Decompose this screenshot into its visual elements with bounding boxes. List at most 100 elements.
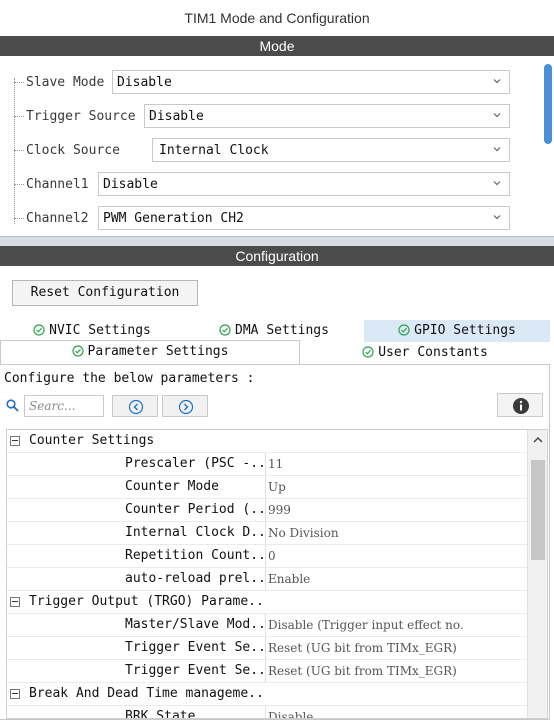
channel2-label: Channel2 xyxy=(26,210,89,226)
check-circle-icon xyxy=(219,324,231,336)
trigger-source-select[interactable]: Disable xyxy=(144,104,510,128)
search-icon xyxy=(6,399,19,412)
param-value[interactable]: Enable xyxy=(265,568,527,590)
channel2-row: Channel2 xyxy=(14,206,89,230)
check-circle-icon xyxy=(362,346,374,358)
chevron-down-icon xyxy=(493,215,501,220)
parameter-panel: Configure the below parameters : Searc..… xyxy=(0,364,550,720)
info-button[interactable] xyxy=(497,393,543,417)
table-row[interactable]: Trigger Event Se.. Reset (UG bit from TI… xyxy=(7,660,527,683)
group-title: Trigger Output (TRGO) Parame.. xyxy=(29,594,264,609)
configuration-header: Configuration xyxy=(0,246,554,266)
tab-gpio-settings[interactable]: GPIO Settings xyxy=(364,320,550,342)
chevron-left-icon xyxy=(128,399,144,415)
check-circle-icon xyxy=(398,324,410,336)
slave-mode-value: Disable xyxy=(117,74,172,90)
chevron-down-icon xyxy=(493,79,501,84)
param-value[interactable]: 999 xyxy=(265,499,527,521)
param-value[interactable]: Disable xyxy=(265,706,527,718)
param-name: BRK State xyxy=(125,709,196,719)
clock-source-row: Clock Source xyxy=(14,138,120,162)
param-name: Counter Period (.. xyxy=(125,502,265,517)
table-row[interactable]: Counter Period (.. 999 xyxy=(7,499,527,522)
collapse-icon[interactable] xyxy=(10,436,20,446)
configure-hint: Configure the below parameters : xyxy=(4,371,255,386)
window-title: TIM1 Mode and Configuration xyxy=(0,0,554,36)
table-row[interactable]: BRK State Disable xyxy=(7,706,527,719)
mode-scrollbar-thumb[interactable] xyxy=(544,64,552,144)
chevron-right-icon xyxy=(178,399,194,415)
param-name: Repetition Count.. xyxy=(125,548,265,563)
param-value[interactable]: Reset (UG bit from TIMx_EGR) xyxy=(265,660,527,682)
tab-nvic-label: NVIC Settings xyxy=(49,323,151,338)
group-trigger-output[interactable]: Trigger Output (TRGO) Parame.. xyxy=(7,591,527,614)
param-name: Counter Mode xyxy=(125,479,219,494)
check-circle-icon xyxy=(71,345,84,357)
grid-scrollbar-thumb[interactable] xyxy=(531,460,545,560)
tab-user-constants-label: User Constants xyxy=(378,345,488,360)
channel2-value: PWM Generation CH2 xyxy=(103,210,244,226)
param-name: Prescaler (PSC -.. xyxy=(125,456,265,471)
table-row[interactable]: auto-reload prel.. Enable xyxy=(7,568,527,591)
search-prev-button[interactable] xyxy=(112,395,158,417)
param-name: Internal Clock D.. xyxy=(125,525,265,540)
search-next-button[interactable] xyxy=(162,395,208,417)
tab-nvic-settings[interactable]: NVIC Settings xyxy=(0,320,184,342)
slave-mode-label: Slave Mode xyxy=(26,74,105,90)
param-value[interactable]: 0 xyxy=(265,545,527,567)
collapse-icon[interactable] xyxy=(10,597,20,607)
tab-parameter-settings[interactable]: Parameter Settings xyxy=(0,340,300,364)
chevron-down-icon xyxy=(493,147,501,152)
slave-mode-select[interactable]: Disable xyxy=(112,70,510,94)
param-value[interactable]: 11 xyxy=(265,453,527,475)
channel1-label: Channel1 xyxy=(26,176,89,192)
panel-splitter[interactable] xyxy=(0,236,554,246)
channel2-select[interactable]: PWM Generation CH2 xyxy=(98,206,510,230)
search-input[interactable]: Searc... xyxy=(24,395,104,417)
param-name: Trigger Event Se.. xyxy=(125,640,265,655)
table-row[interactable]: Repetition Count.. 0 xyxy=(7,545,527,568)
table-row[interactable]: Master/Slave Mod.. Disable (Trigger inpu… xyxy=(7,614,527,637)
group-counter-settings[interactable]: Counter Settings xyxy=(7,430,527,453)
param-name: Trigger Event Se.. xyxy=(125,663,265,678)
chevron-down-icon xyxy=(493,181,501,186)
channel1-value: Disable xyxy=(103,176,158,192)
mode-panel: Slave Mode Disable Trigger Source Disabl… xyxy=(0,56,554,236)
tab-dma-label: DMA Settings xyxy=(235,323,329,338)
chevron-down-icon xyxy=(493,113,501,118)
clock-source-value: Internal Clock xyxy=(159,142,269,158)
param-value[interactable]: Up xyxy=(265,476,527,498)
group-title: Break And Dead Time manageme.. xyxy=(29,686,264,701)
collapse-icon[interactable] xyxy=(10,689,20,699)
clock-source-label: Clock Source xyxy=(26,142,120,158)
tab-user-constants[interactable]: User Constants xyxy=(300,342,550,364)
param-value[interactable]: Disable (Trigger input effect no. xyxy=(265,614,527,636)
tab-gpio-label: GPIO Settings xyxy=(414,323,516,338)
info-icon xyxy=(513,398,529,414)
tab-parameter-label: Parameter Settings xyxy=(87,344,229,359)
param-value[interactable]: No Division xyxy=(265,522,527,544)
param-name: Master/Slave Mod.. xyxy=(125,617,265,632)
check-circle-icon xyxy=(33,324,45,336)
configuration-panel: Reset Configuration NVIC Settings DMA Se… xyxy=(0,266,554,720)
chevron-up-icon[interactable] xyxy=(533,436,543,444)
clock-source-select[interactable]: Internal Clock xyxy=(152,138,510,162)
table-row[interactable]: Prescaler (PSC -.. 11 xyxy=(7,453,527,476)
reset-configuration-button[interactable]: Reset Configuration xyxy=(12,280,198,306)
group-title: Counter Settings xyxy=(29,433,155,448)
trigger-source-row: Trigger Source xyxy=(14,104,136,128)
channel1-row: Channel1 xyxy=(14,172,89,196)
table-row[interactable]: Counter Mode Up xyxy=(7,476,527,499)
trigger-source-label: Trigger Source xyxy=(26,108,136,124)
mode-header: Mode xyxy=(0,36,554,56)
table-row[interactable]: Internal Clock D.. No Division xyxy=(7,522,527,545)
param-value[interactable]: Reset (UG bit from TIMx_EGR) xyxy=(265,637,527,659)
table-row[interactable]: Trigger Event Se.. Reset (UG bit from TI… xyxy=(7,637,527,660)
channel1-select[interactable]: Disable xyxy=(98,172,510,196)
grid-scrollbar[interactable] xyxy=(527,430,547,718)
parameter-grid: Counter Settings Prescaler (PSC -.. 11 C… xyxy=(6,429,548,719)
group-break-dead-time[interactable]: Break And Dead Time manageme.. xyxy=(7,683,527,706)
mode-scrollbar-track[interactable] xyxy=(542,56,554,236)
tab-dma-settings[interactable]: DMA Settings xyxy=(184,320,364,342)
trigger-source-value: Disable xyxy=(149,108,204,124)
